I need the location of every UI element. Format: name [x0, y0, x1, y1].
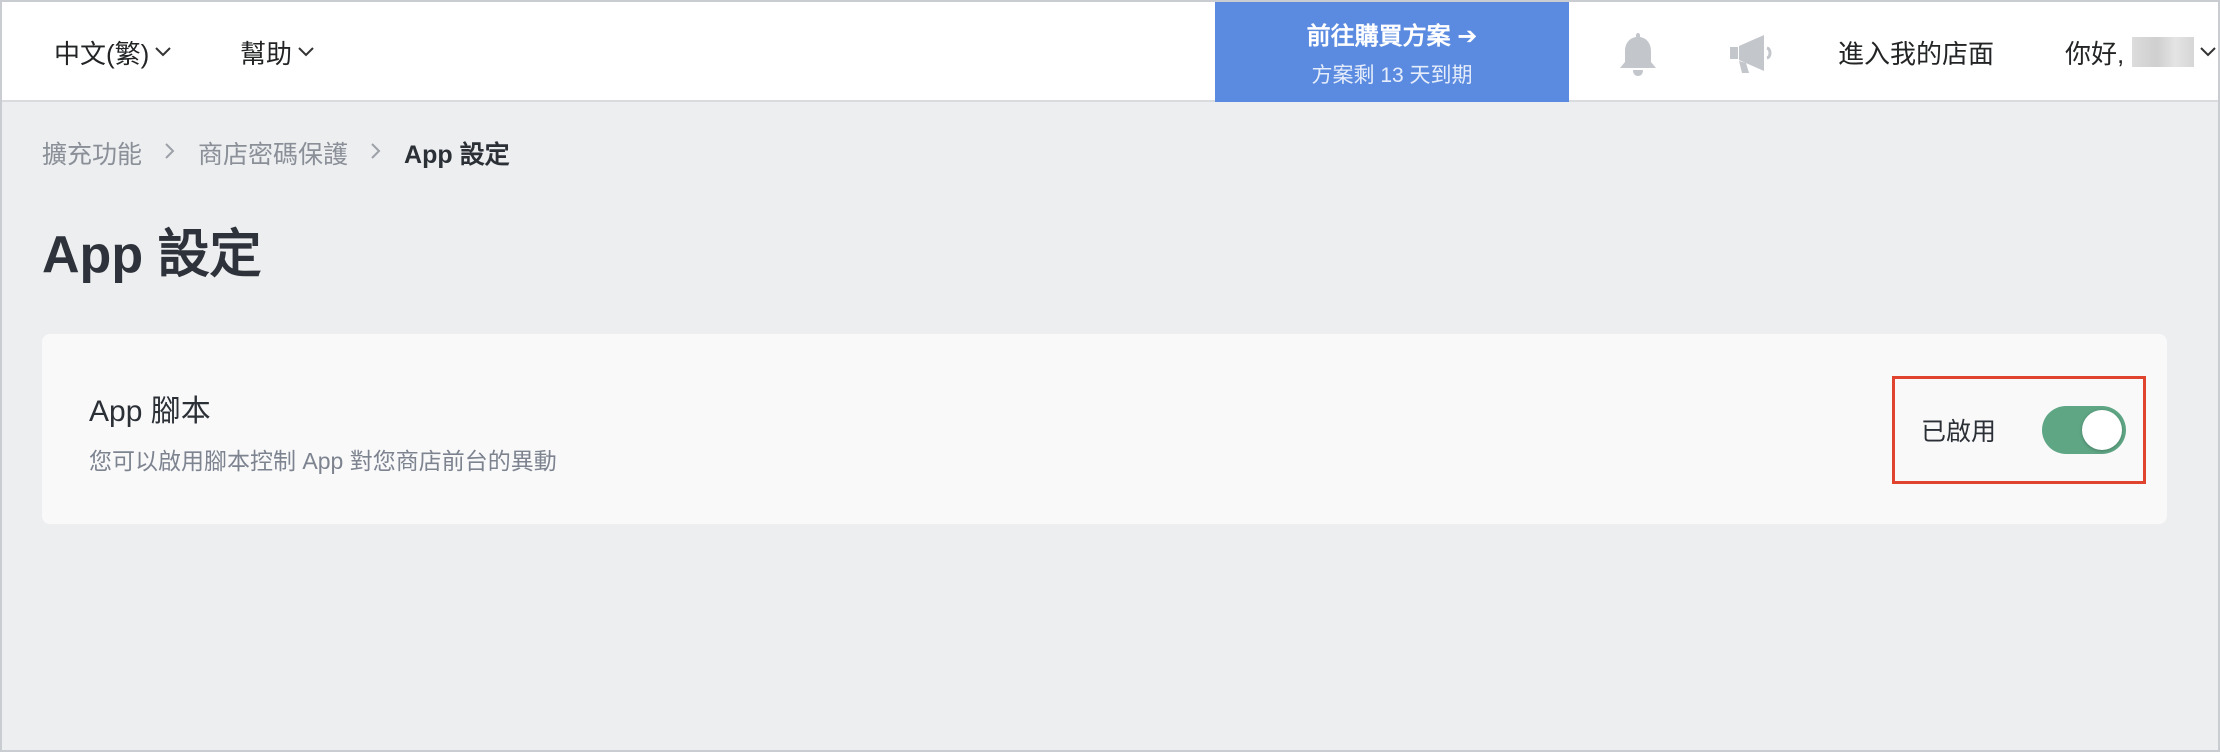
language-label: 中文(繁): [54, 38, 150, 69]
page-title: App 設定: [42, 226, 262, 284]
language-selector[interactable]: 中文(繁): [54, 2, 172, 102]
store-front-link[interactable]: 進入我的店面: [1838, 2, 1994, 102]
chevron-right-icon: [370, 139, 382, 167]
chevron-down-icon: [298, 41, 314, 62]
chevron-down-icon: [2200, 41, 2216, 62]
card-title: App 腳本: [89, 395, 211, 428]
user-menu[interactable]: 你好,: [2065, 2, 2216, 102]
megaphone-icon[interactable]: [1724, 27, 1776, 79]
status-label: 已啟用: [1921, 418, 1997, 446]
card-description: 您可以啟用腳本控制 App 對您商店前台的異動: [89, 448, 557, 474]
breadcrumb: 擴充功能 商店密碼保護 App 設定: [42, 135, 510, 171]
store-front-label: 進入我的店面: [1838, 38, 1995, 69]
greeting-label: 你好,: [2065, 38, 2125, 69]
top-navigation-bar: 中文(繁) 幫助 前往購買方案 ➔ 方案剩 13 天到期 進入我的店面 你好,: [2, 2, 2218, 102]
buy-plan-title: 前往購買方案 ➔: [1306, 23, 1478, 50]
chevron-right-icon: [164, 139, 176, 167]
breadcrumb-item-store-password[interactable]: 商店密碼保護: [198, 135, 348, 171]
help-label: 幫助: [240, 38, 293, 69]
chevron-down-icon: [155, 41, 172, 62]
app-script-card: App 腳本 您可以啟用腳本控制 App 對您商店前台的異動 已啟用: [42, 334, 2167, 524]
plan-expiry-text: 方案剩 13 天到期: [1311, 64, 1473, 87]
breadcrumb-item-extensions[interactable]: 擴充功能: [42, 135, 142, 171]
username-blurred: [2132, 37, 2195, 67]
bell-icon[interactable]: [1612, 27, 1664, 79]
buy-plan-button[interactable]: 前往購買方案 ➔ 方案剩 13 天到期: [1215, 2, 1569, 102]
app-frame: 中文(繁) 幫助 前往購買方案 ➔ 方案剩 13 天到期 進入我的店面 你好, …: [0, 0, 2220, 752]
breadcrumb-current: App 設定: [404, 141, 510, 169]
toggle-knob: [2082, 410, 2122, 450]
help-menu[interactable]: 幫助: [240, 2, 314, 102]
app-script-toggle[interactable]: [2042, 406, 2126, 454]
